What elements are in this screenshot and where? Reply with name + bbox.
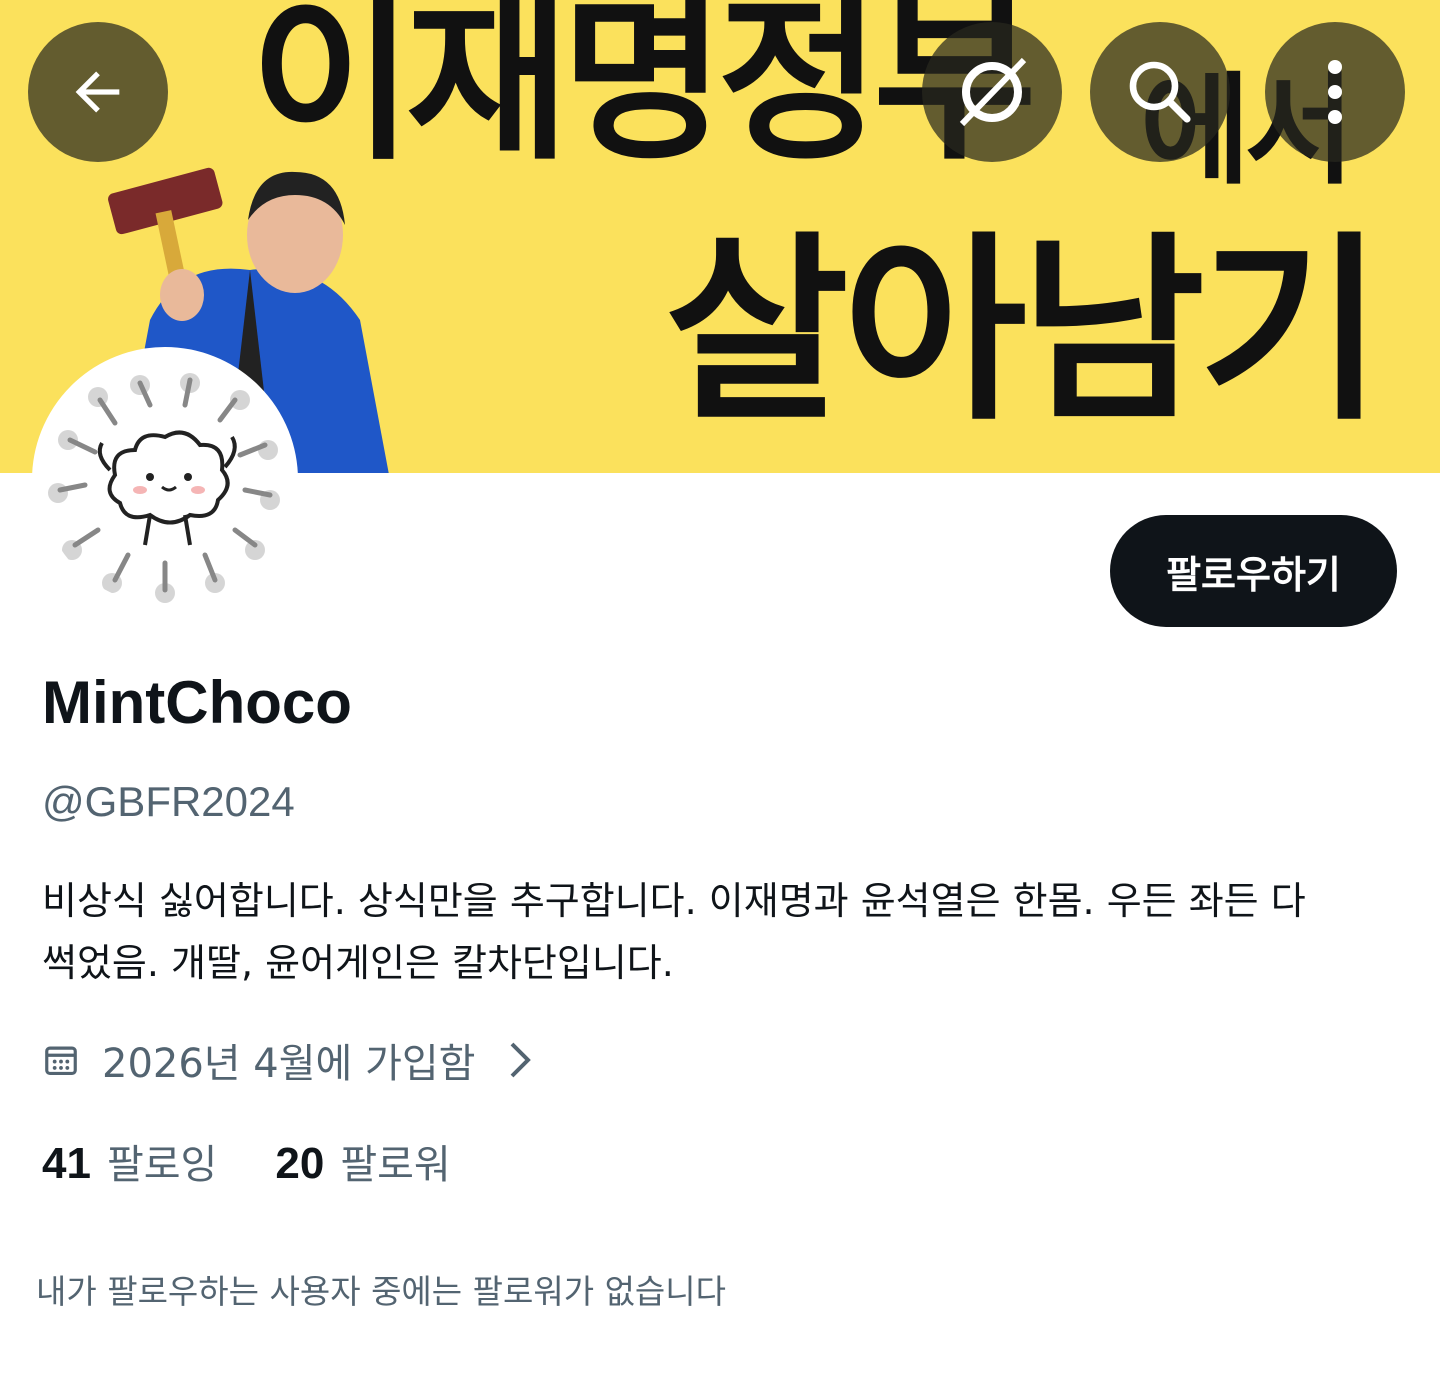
followers-label: 팔로워 [340,1142,451,1188]
following-label: 팔로잉 [106,1142,218,1188]
followers-stat[interactable]: 20 팔로워 [275,1132,450,1190]
arrow-left-icon [75,71,120,113]
back-button[interactable] [28,22,168,162]
user-handle: @GBFR2024 [42,778,295,825]
followers-count: 20 [275,1139,325,1188]
banner-text-line2: 살아남기 [665,215,1383,448]
cloud-character-icon [40,355,290,605]
follow-stats: 41 팔로잉 20 팔로워 [42,1132,509,1190]
display-name: MintChoco [42,669,352,736]
calendar-icon [42,1041,80,1079]
grok-icon [959,57,1027,127]
more-vertical-icon [1328,60,1342,124]
grok-button[interactable] [922,22,1062,162]
followers-you-know-note: 내가 팔로우하는 사용자 중에는 팔로워가 없습니다 [36,1272,727,1311]
joined-date-text: 2026년 4월에 가입함 [102,1041,476,1087]
follow-button[interactable]: 팔로우하기 [1110,515,1397,627]
profile-avatar[interactable] [32,347,298,613]
profile-page: 이재명정부 에서 살아남기 팔로우하기 MintChoco @GBFR2024 … [0,0,1440,1373]
bio-line-2: 썩었음. 개딸, 윤어게인은 칼차단입니다. [42,941,674,985]
profile-bio: 비상식 싫어합니다. 상식만을 추구합니다. 이재명과 윤석열은 한몸. 우든 … [42,870,1342,994]
more-options-button[interactable] [1265,22,1405,162]
following-count: 41 [42,1139,91,1188]
following-stat[interactable]: 41 팔로잉 [42,1132,217,1190]
search-icon [1129,61,1191,123]
chevron-right-icon [505,1040,535,1080]
banner-text-line1: 이재명정부 [250,0,1037,184]
search-button[interactable] [1090,22,1230,162]
joined-date-row[interactable]: 2026년 4월에 가입함 [42,1030,535,1090]
bio-line-1: 비상식 싫어합니다. 상식만을 추구합니다. 이재명과 윤석열은 한몸. 우든 … [42,879,1306,923]
